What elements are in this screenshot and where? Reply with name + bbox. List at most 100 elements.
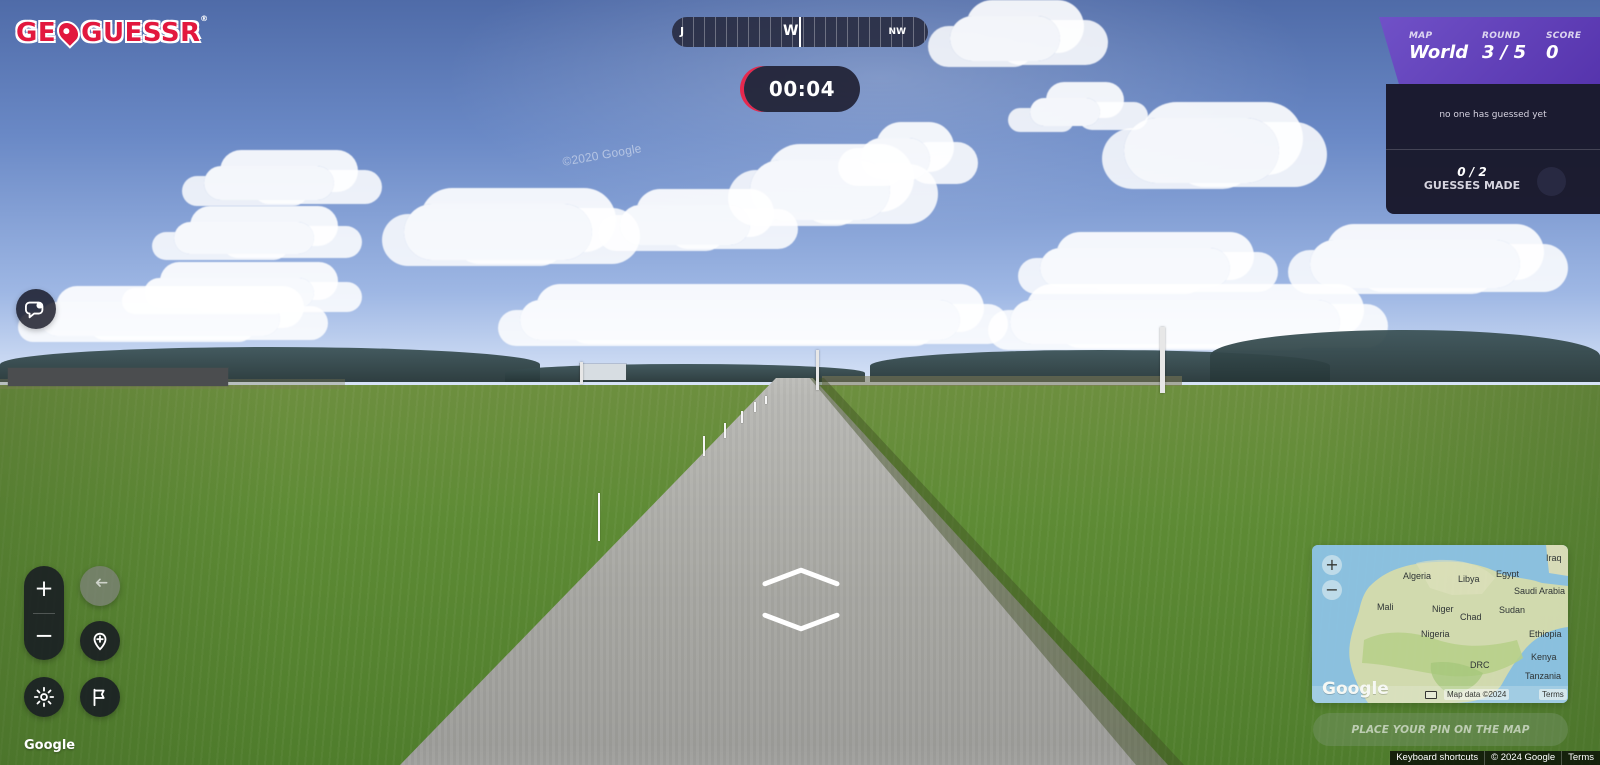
map-label-chad: Chad (1460, 612, 1482, 622)
fence-post (754, 402, 756, 412)
map-label-tanzania: Tanzania (1525, 671, 1562, 681)
undo-icon (95, 578, 108, 587)
plus-icon: + (1325, 555, 1339, 574)
logo-text-start: GE (16, 18, 57, 48)
registered-mark: ® (200, 14, 209, 23)
minimap-zoom-out[interactable]: − (1322, 580, 1342, 600)
location-pin-icon (52, 16, 85, 49)
map-label-libya: Libya (1458, 574, 1480, 584)
cloud (1030, 98, 1100, 126)
chevron-up-icon (762, 567, 840, 587)
map-label-egypt: Egypt (1496, 569, 1520, 579)
farm-building (8, 368, 228, 386)
map-label-iraq: Iraq (1546, 553, 1562, 563)
cloud (404, 204, 592, 260)
map-label: MAP (1409, 31, 1433, 41)
minimap-zoom-in[interactable]: + (1322, 555, 1342, 575)
google-footer-bar: Keyboard shortcuts © 2024 Google Terms (1390, 751, 1600, 765)
cloud (620, 205, 750, 245)
pin-icon (93, 632, 107, 651)
cloud (204, 166, 334, 200)
cloud (1124, 118, 1279, 183)
chevron-down-icon (762, 612, 840, 632)
cloud (520, 300, 960, 340)
compass-heading: J W NW (672, 17, 928, 47)
guess-panel-divider (1386, 149, 1600, 150)
minimap-terms-link[interactable]: Terms (1539, 689, 1567, 700)
map-label-mali: Mali (1377, 602, 1394, 612)
cloud (860, 138, 930, 180)
guesses-count: 0 / 2 (1457, 165, 1487, 179)
chat-button[interactable] (16, 289, 56, 329)
guess-indicator (1537, 167, 1566, 196)
map-label-drc: DRC (1470, 660, 1490, 670)
map-label-kenya: Kenya (1531, 652, 1557, 662)
minus-icon: − (1325, 580, 1339, 599)
compass-current-direction: W (783, 23, 799, 39)
cloud (40, 302, 280, 336)
map-label-niger: Niger (1432, 604, 1454, 614)
map-label-ethiopia: Ethiopia (1529, 629, 1562, 639)
map-label-saudi-arabia: Saudi Arabia (1514, 586, 1566, 596)
field-strip (822, 376, 1182, 386)
minimap-google-logo: Google (1322, 679, 1389, 699)
gear-icon (33, 686, 55, 708)
map-status: MAP World (1409, 31, 1468, 63)
barn (580, 364, 626, 380)
round-status: ROUND 3 / 5 (1482, 31, 1526, 63)
map-value: World (1409, 42, 1469, 63)
chat-icon (25, 301, 44, 319)
panorama-google-logo: Google (24, 738, 76, 753)
map-label-nigeria: Nigeria (1421, 629, 1450, 639)
fence-post (765, 396, 767, 404)
keyboard-shortcuts-link[interactable]: Keyboard shortcuts (1390, 751, 1484, 765)
guess-minimap[interactable]: + − Algeria Libya Egypt Iraq Saudi Arabi… (1312, 545, 1568, 703)
guesses-label: GUESSES MADE (1423, 179, 1521, 192)
geoguessr-logo[interactable]: GE GUESSR ® (16, 14, 208, 49)
utility-pole (580, 362, 583, 384)
zoom-out-button[interactable]: − (24, 613, 64, 660)
fence-post (741, 411, 743, 423)
map-label-algeria: Algeria (1403, 571, 1432, 581)
minus-icon: − (34, 623, 54, 649)
guess-status-note: no one has guessed yet (1439, 110, 1547, 120)
map-label-sudan: Sudan (1499, 605, 1526, 615)
drop-pin-button[interactable] (80, 621, 120, 661)
compass-right-direction: NW (888, 27, 906, 37)
compass-center-marker (799, 17, 801, 47)
footer-terms-link[interactable]: Terms (1561, 751, 1600, 765)
settings-button[interactable] (24, 677, 64, 717)
score-value: 0 (1546, 42, 1559, 63)
zoom-in-button[interactable]: + (24, 566, 64, 613)
cloud (1040, 248, 1230, 288)
cloud (174, 222, 314, 254)
game-screen: ©2020 Google GE GUESSR ® J W NW 00:04 MA… (0, 0, 1600, 765)
guesses-panel: no one has guessed yet 0 / 2 GUESSES MAD… (1386, 84, 1600, 214)
mountain-range (1210, 330, 1600, 382)
cloud (1310, 240, 1520, 288)
flag-icon (93, 688, 105, 707)
copyright-text: © 2024 Google (1484, 751, 1561, 765)
compass-left-direction: J (680, 25, 685, 38)
keyboard-icon[interactable] (1425, 691, 1437, 699)
move-backward-arrow[interactable] (762, 612, 840, 632)
score-label: SCORE (1546, 31, 1582, 41)
round-timer: 00:04 (744, 66, 860, 112)
game-status-card: MAP World ROUND 3 / 5 SCORE 0 (1379, 17, 1600, 84)
logo-text-end: GUESSR (81, 18, 201, 48)
fence-post (598, 493, 600, 541)
round-value: 3 / 5 (1482, 42, 1527, 63)
move-forward-arrow[interactable] (762, 567, 840, 587)
round-label: ROUND (1482, 31, 1521, 41)
cloud (950, 16, 1060, 61)
utility-pole (816, 350, 819, 390)
undo-button[interactable] (80, 566, 120, 606)
place-pin-button[interactable]: PLACE YOUR PIN ON THE MAP (1313, 713, 1568, 746)
minimap-data-credit: Map data ©2024 (1444, 689, 1510, 700)
plus-icon: + (34, 576, 54, 602)
panorama-zoom-controls: + − (24, 566, 64, 660)
utility-pole (1160, 327, 1165, 393)
report-button[interactable] (80, 677, 120, 717)
fence-post (724, 423, 726, 438)
fence-post (703, 436, 705, 456)
